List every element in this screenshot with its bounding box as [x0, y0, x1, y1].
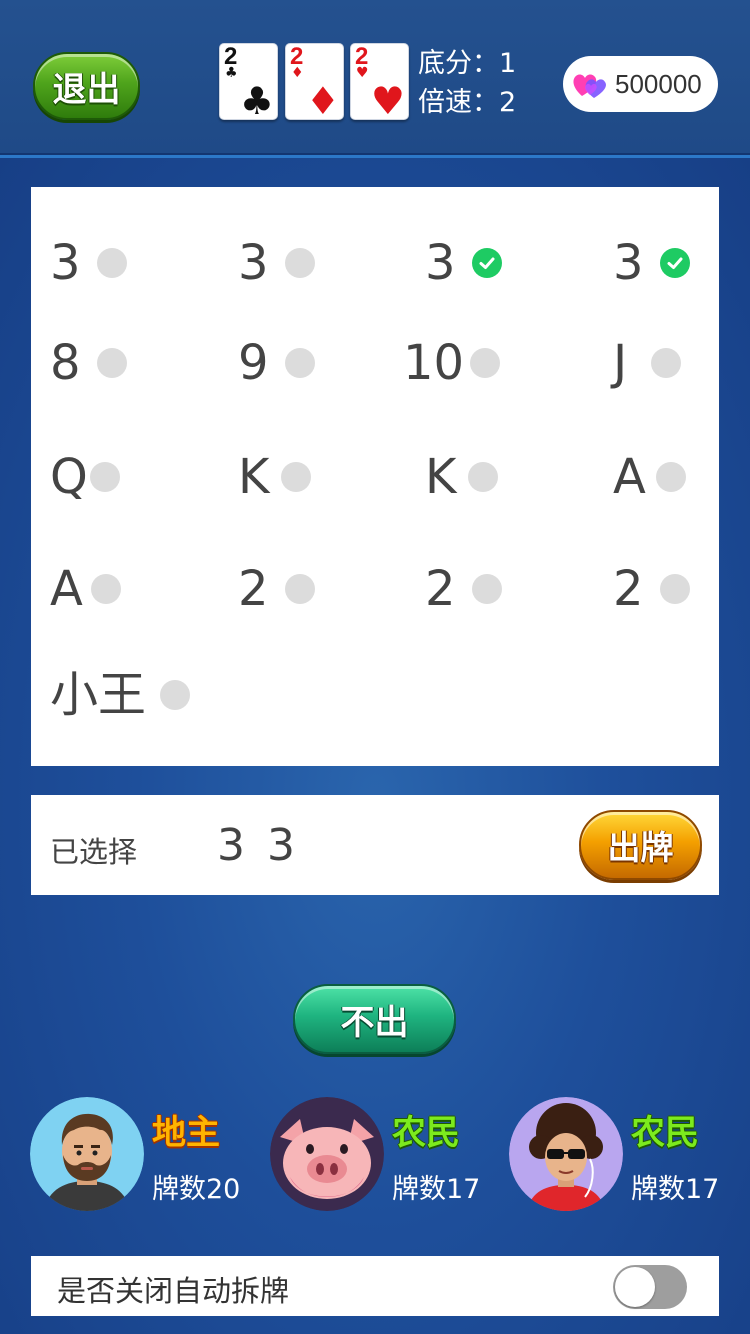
card-label: 2	[425, 561, 456, 617]
base-score: 底分：1	[418, 48, 517, 79]
hand-card[interactable]: 10	[403, 335, 501, 391]
card-label: 小王	[50, 667, 147, 723]
exit-button[interactable]: 退出	[33, 52, 140, 120]
unchecked-circle-icon[interactable]	[659, 574, 690, 604]
hand-card[interactable]: 3	[613, 239, 690, 287]
score-info: 底分：1 倍速：2	[418, 44, 516, 122]
hand-card[interactable]: Q	[50, 453, 120, 501]
diamonds-icon: ♦	[291, 65, 304, 81]
player-landlord: 地主 牌数20	[30, 1097, 260, 1212]
card-count: 牌数17	[392, 1174, 481, 1205]
unchecked-circle-icon[interactable]	[96, 248, 127, 278]
card-label: K	[238, 449, 270, 505]
landlord-card-2: 2 ♦ ♦	[285, 43, 344, 123]
play-cards-button[interactable]: 出牌	[579, 810, 702, 880]
landlord-card-3: 2 ♥ ♥	[350, 43, 409, 123]
selection-bar: 已选择 3 3 出牌	[31, 795, 719, 895]
auto-split-setting: 是否关闭自动拆牌	[31, 1256, 719, 1316]
hand-card[interactable]: 3	[238, 239, 315, 287]
card-label: 3	[50, 235, 81, 291]
player-farmer-1: 农民 牌数17	[270, 1097, 500, 1212]
card-label: 3	[613, 235, 644, 291]
check-circle-icon[interactable]	[659, 248, 690, 278]
unchecked-circle-icon[interactable]	[281, 462, 312, 492]
unchecked-circle-icon[interactable]	[471, 574, 502, 604]
card-label: 9	[238, 335, 269, 391]
card-label: J	[613, 335, 628, 391]
card-label: 3	[238, 235, 269, 291]
card-label: Q	[50, 449, 88, 505]
card-label: 8	[50, 335, 81, 391]
hand-card[interactable]: A	[50, 565, 121, 613]
auto-split-toggle[interactable]	[613, 1265, 687, 1309]
hand-card[interactable]: 3	[425, 239, 502, 287]
hand-card[interactable]: J	[613, 335, 682, 391]
player-role: 农民	[392, 1113, 460, 1153]
unchecked-circle-icon[interactable]	[160, 680, 191, 710]
hand-card[interactable]: 2	[425, 565, 502, 613]
hearts-currency-icon	[571, 65, 609, 103]
landlord-card-1: 2 ♣ ♣	[219, 43, 278, 123]
toggle-knob	[615, 1267, 655, 1307]
player-farmer-2: 农民 牌数17	[509, 1097, 739, 1212]
selection-title: 已选择	[50, 835, 138, 869]
unchecked-circle-icon[interactable]	[284, 348, 315, 378]
curly-hair-sunglasses-avatar	[509, 1097, 623, 1211]
hand-card[interactable]: 8	[50, 339, 127, 387]
coin-amount: 500000	[615, 68, 702, 99]
hand-card[interactable]: A	[613, 453, 686, 501]
unchecked-circle-icon[interactable]	[470, 348, 501, 378]
card-count: 牌数17	[631, 1174, 720, 1205]
card-label: K	[425, 449, 457, 505]
unchecked-circle-icon[interactable]	[284, 248, 315, 278]
card-label: 2	[613, 561, 644, 617]
hearts-icon: ♥	[370, 79, 405, 123]
multiplier: 倍速：2	[418, 87, 517, 118]
player-role: 地主	[152, 1113, 220, 1153]
unchecked-circle-icon[interactable]	[90, 574, 121, 604]
hand-card[interactable]: K	[238, 449, 312, 505]
card-count: 牌数20	[152, 1174, 241, 1205]
hand-card[interactable]: 小王	[50, 667, 191, 723]
hand-card[interactable]: K	[425, 449, 499, 505]
hand-panel: 3 3 3 3 8 9 10 J Q K K A A 2 2 2 小王	[31, 187, 719, 766]
unchecked-circle-icon[interactable]	[468, 462, 499, 492]
unchecked-circle-icon[interactable]	[96, 348, 127, 378]
player-role: 农民	[631, 1113, 699, 1153]
card-label: 2	[238, 561, 269, 617]
diamonds-icon: ♦	[305, 79, 340, 123]
card-label: A	[613, 449, 646, 505]
hand-card[interactable]: 9	[238, 339, 315, 387]
unchecked-circle-icon[interactable]	[655, 462, 686, 492]
unchecked-circle-icon[interactable]	[284, 574, 315, 604]
hand-card[interactable]: 3	[50, 239, 127, 287]
pass-button[interactable]: 不出	[293, 984, 456, 1054]
selected-cards: 3 3	[217, 820, 299, 871]
card-label: 10	[403, 335, 465, 391]
card-label: 3	[425, 235, 456, 291]
auto-split-label: 是否关闭自动拆牌	[57, 1274, 290, 1308]
unchecked-circle-icon[interactable]	[89, 462, 120, 492]
check-circle-icon[interactable]	[471, 248, 502, 278]
hand-card[interactable]: 2	[238, 565, 315, 613]
card-label: A	[50, 561, 83, 617]
clubs-icon: ♣	[239, 79, 274, 123]
unchecked-circle-icon[interactable]	[651, 348, 682, 378]
hand-card[interactable]: 2	[613, 565, 690, 613]
clubs-icon: ♣	[225, 65, 238, 81]
pig-avatar	[270, 1097, 384, 1211]
man-beard-avatar	[30, 1097, 144, 1211]
hearts-icon: ♥	[356, 65, 369, 81]
top-bar: 退出 2 ♣ ♣ 2 ♦ ♦ 2 ♥ ♥ 底分：1 倍速：2 500000	[0, 0, 750, 155]
coin-balance: 500000	[563, 56, 718, 112]
